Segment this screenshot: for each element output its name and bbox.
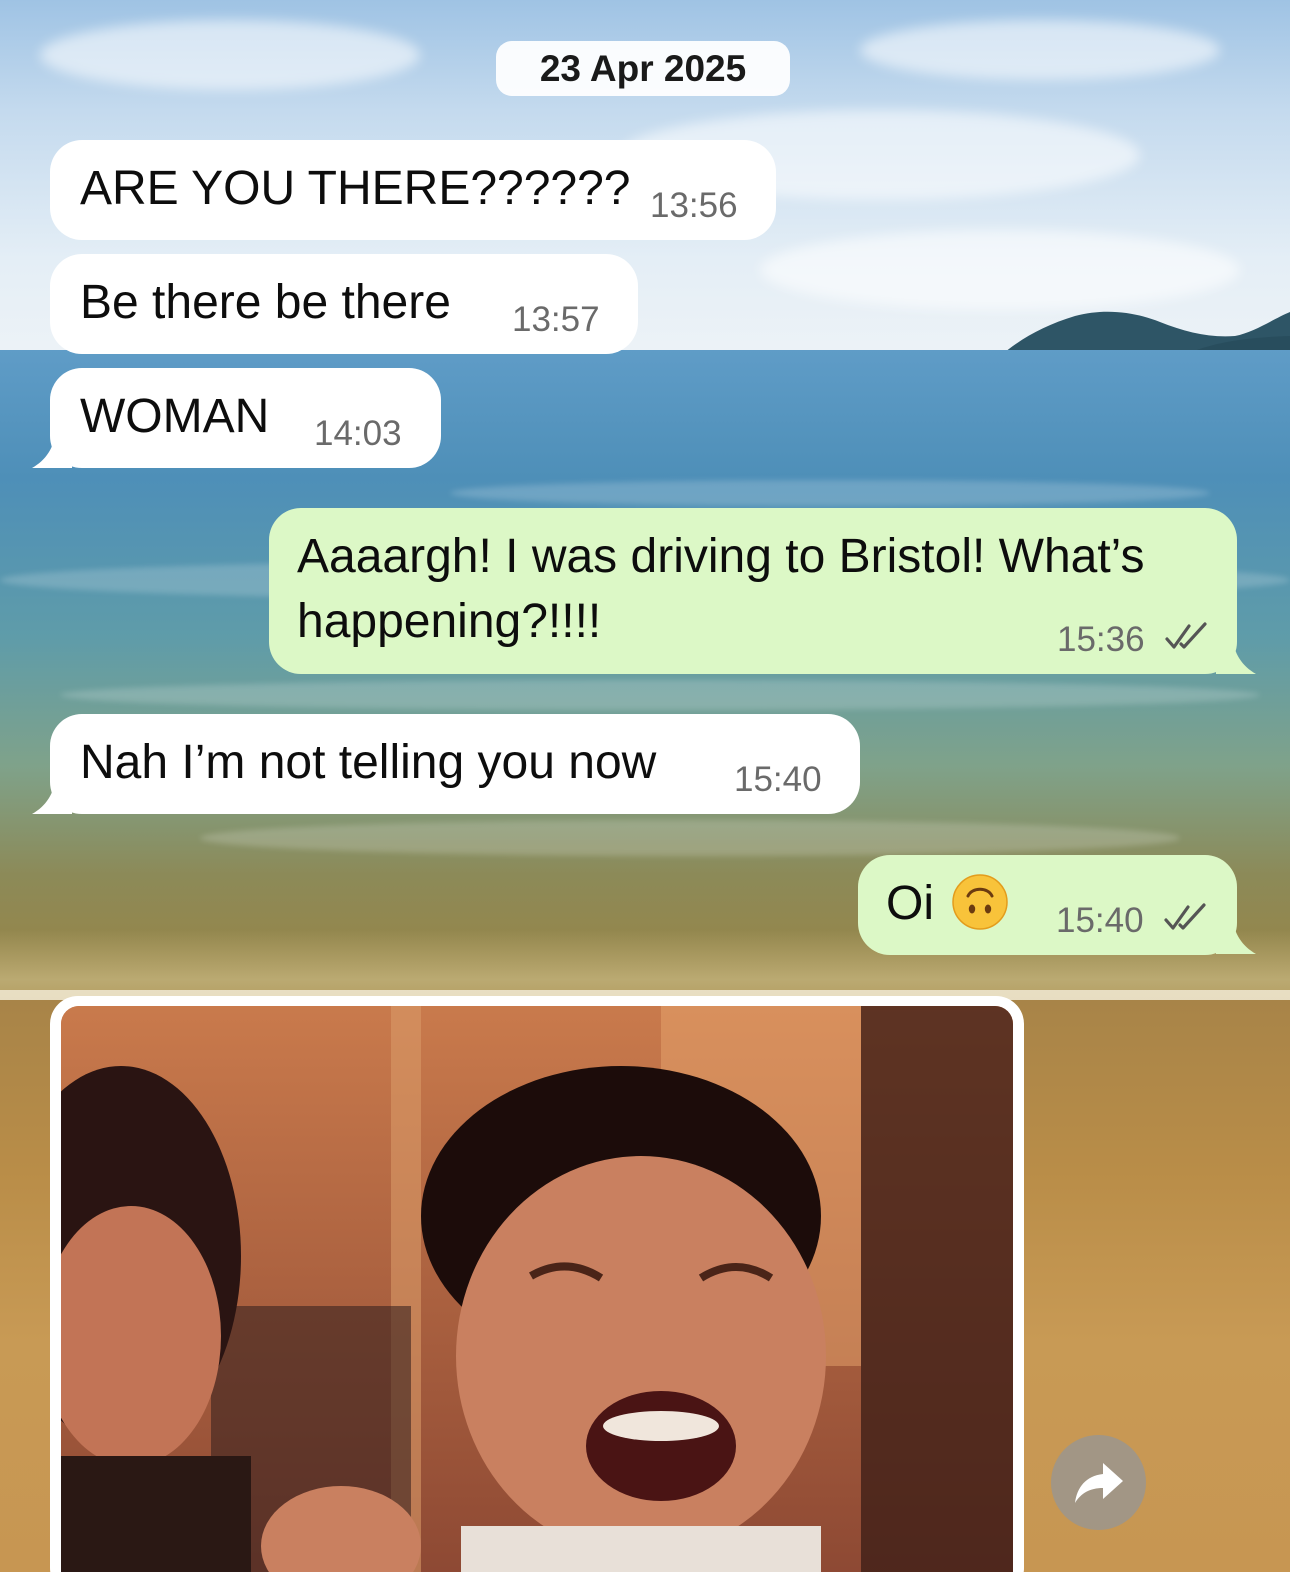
message-text-line: Aaaargh! I was driving to Bristol! What’…: [297, 530, 1145, 583]
gif-image[interactable]: [61, 1006, 1013, 1572]
message-bubble-outgoing[interactable]: Oi 15:40: [858, 855, 1237, 955]
message-time: 15:36: [1057, 620, 1145, 659]
message-time: 13:56: [650, 186, 738, 225]
message-time: 15:40: [734, 760, 822, 799]
message-text: Nah I’m not telling you now: [80, 736, 657, 789]
message-time: 13:57: [512, 300, 600, 339]
message-text: WOMAN: [80, 390, 270, 443]
double-check-icon: [1164, 903, 1206, 930]
message-bubble-incoming[interactable]: Nah I’m not telling you now 15:40: [50, 714, 860, 814]
upside-down-face-emoji-icon: [952, 874, 1008, 931]
date-separator: 23 Apr 2025: [496, 41, 790, 96]
message-text-with-emoji: Oi: [886, 872, 1008, 936]
message-text: Oi: [886, 877, 934, 930]
message-time: 15:40: [1056, 901, 1144, 940]
message-bubble-incoming[interactable]: WOMAN 14:03: [50, 368, 441, 468]
message-bubble-incoming[interactable]: Be there be there 13:57: [50, 254, 638, 354]
message-text: ARE YOU THERE??????: [80, 162, 631, 215]
message-bubble-incoming[interactable]: ARE YOU THERE?????? 13:56: [50, 140, 776, 240]
double-check-icon: [1165, 622, 1207, 649]
chat-view[interactable]: 23 Apr 2025 ARE YOU THERE?????? 13:56 Be…: [0, 0, 1290, 1572]
gif-image-content: [61, 1006, 1013, 1572]
forward-button[interactable]: [1051, 1435, 1146, 1530]
message-time: 14:03: [314, 414, 402, 453]
message-text-line: happening?!!!!: [297, 595, 602, 648]
forward-arrow-icon: [1074, 1462, 1123, 1503]
message-bubble-outgoing[interactable]: Aaaargh! I was driving to Bristol! What’…: [269, 508, 1237, 674]
image-message[interactable]: [50, 996, 1024, 1572]
message-text: Be there be there: [80, 276, 451, 329]
date-separator-label: 23 Apr 2025: [539, 47, 747, 89]
